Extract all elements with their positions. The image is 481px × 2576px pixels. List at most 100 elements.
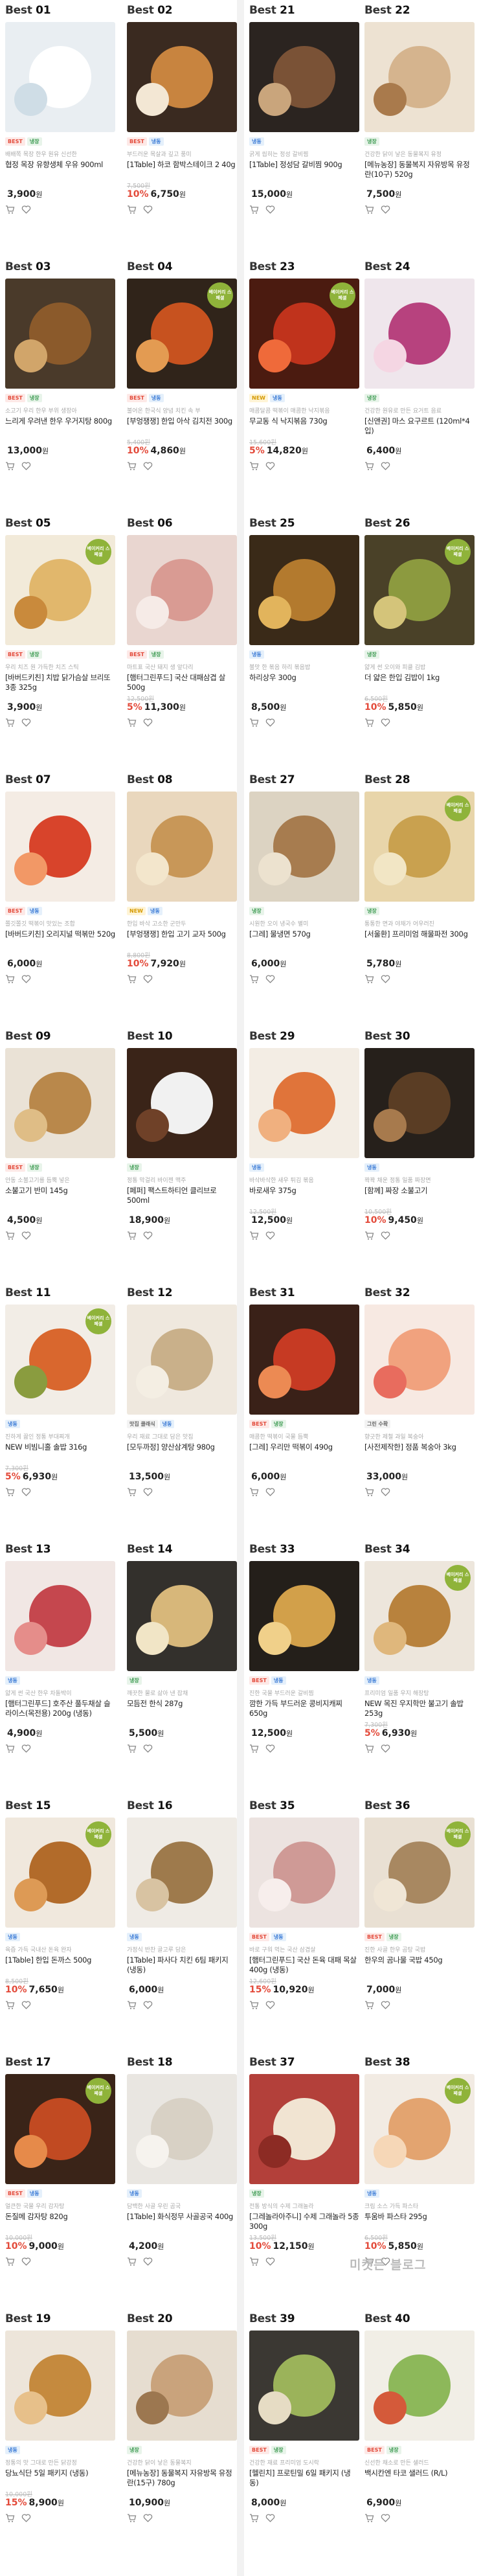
- heart-icon[interactable]: [143, 1231, 153, 1240]
- cart-icon[interactable]: [5, 1231, 15, 1240]
- product-name[interactable]: 바로새우 375g: [249, 1186, 359, 1205]
- product-image[interactable]: [127, 792, 237, 902]
- product-image[interactable]: [249, 792, 359, 902]
- product-card-09[interactable]: Best 09 BEST 냉장 안동 소불고기를 듬뿍 넣은 소불고기 반미 14…: [5, 1029, 115, 1240]
- product-image[interactable]: [364, 1305, 475, 1415]
- product-image[interactable]: [127, 2074, 237, 2184]
- cart-icon[interactable]: [127, 718, 137, 727]
- heart-icon[interactable]: [143, 205, 153, 214]
- product-card-03[interactable]: Best 03 BEST 냉장 소고기 우리 한우 부위 생장아 느리게 우려낸 …: [5, 259, 115, 471]
- heart-icon[interactable]: [265, 2257, 275, 2266]
- product-card-16[interactable]: Best 16 냉동 가정식 반찬 골고루 담은 [1Table] 파사다 치킨…: [127, 1798, 237, 2010]
- cart-icon[interactable]: [364, 2513, 374, 2523]
- product-name[interactable]: [그레놀라아주니] 수제 그래놀라 5종 300g: [249, 2212, 359, 2231]
- cart-icon[interactable]: [5, 2513, 15, 2523]
- cart-icon[interactable]: [249, 1231, 259, 1240]
- product-card-23[interactable]: Best 23 베이커리 스페셜 NEW 냉동 매콤달콤 떡볶이 매콤한 낙지볶음…: [249, 259, 359, 471]
- product-image[interactable]: 베이커리 스페셜: [364, 535, 475, 645]
- cart-icon[interactable]: [127, 1231, 137, 1240]
- product-name[interactable]: [함께] 짜장 소불고기: [364, 1186, 475, 1205]
- product-name[interactable]: 깜한 가득 부드러운 콩비지캐찌 650g: [249, 1699, 359, 1718]
- heart-icon[interactable]: [21, 461, 31, 471]
- product-card-12[interactable]: Best 12 맛집 클래식 냉동 우리 재료 그대로 담은 맛집 [모두까정] …: [127, 1285, 237, 1497]
- cart-icon[interactable]: [127, 2513, 137, 2523]
- cart-icon[interactable]: [249, 2000, 259, 2010]
- product-name[interactable]: 한우의 곰나물 국밥 450g: [364, 1955, 475, 1975]
- product-name[interactable]: 당뇨식단 5일 패키지 (냉동): [5, 2468, 115, 2488]
- product-image[interactable]: [364, 279, 475, 389]
- cart-icon[interactable]: [364, 974, 374, 984]
- product-card-25[interactable]: Best 25 냉동 불맛 한 볶음 하리 볶음밥 하리상우 300g 8,50…: [249, 516, 359, 727]
- product-card-08[interactable]: Best 08 NEW 냉동 한입 바삭 고소한 군만두 [부엉쟁쟁] 한입 고기…: [127, 772, 237, 984]
- product-card-07[interactable]: Best 07 BEST 냉동 쫄깃쫄깃 떡볶이 맛있는 조합 [바버드키친] 오…: [5, 772, 115, 984]
- heart-icon[interactable]: [381, 974, 390, 984]
- cart-icon[interactable]: [249, 1487, 259, 1497]
- product-card-27[interactable]: Best 27 냉장 시원한 오이 냉국수 별미 [그레] 물냉면 570g 6…: [249, 772, 359, 984]
- product-name[interactable]: [1Table] 정성담 갈비찜 900g: [249, 160, 359, 179]
- cart-icon[interactable]: [5, 718, 15, 727]
- cart-icon[interactable]: [249, 2257, 259, 2266]
- product-card-11[interactable]: Best 11 베이커리 스페셜 냉동 진하게 끓인 정통 부대찌개 NEW 비…: [5, 1285, 115, 1497]
- product-name[interactable]: [1Table] 화식정무 사골공국 400g: [127, 2212, 237, 2231]
- heart-icon[interactable]: [265, 1744, 275, 1753]
- cart-icon[interactable]: [127, 205, 137, 214]
- product-name[interactable]: [헬린치] 프로틴밀 6일 패키지 (냉동): [249, 2468, 359, 2488]
- product-image[interactable]: [5, 1561, 115, 1671]
- heart-icon[interactable]: [381, 1744, 390, 1753]
- heart-icon[interactable]: [143, 2513, 153, 2523]
- heart-icon[interactable]: [21, 974, 31, 984]
- heart-icon[interactable]: [143, 1744, 153, 1753]
- cart-icon[interactable]: [249, 718, 259, 727]
- product-image[interactable]: [5, 792, 115, 902]
- heart-icon[interactable]: [21, 1487, 31, 1497]
- product-image[interactable]: [5, 279, 115, 389]
- product-image[interactable]: [127, 22, 237, 132]
- product-name[interactable]: 백시칸엔 타코 샐러드 (R/L): [364, 2468, 475, 2488]
- heart-icon[interactable]: [265, 1487, 275, 1497]
- product-image[interactable]: [249, 2074, 359, 2184]
- product-image[interactable]: [249, 1048, 359, 1158]
- product-image[interactable]: 베이커리 스페셜: [364, 1561, 475, 1671]
- product-card-20[interactable]: Best 20 냉장 건강한 닭이 낳은 동물복지 [메뉴농장] 동물복지 자유…: [127, 2311, 237, 2523]
- product-card-30[interactable]: Best 30 냉동 꽉꽉 채운 정통 일품 짜장면 [함께] 짜장 소불고기 …: [364, 1029, 475, 1240]
- product-card-15[interactable]: Best 15 베이커리 스페셜 냉동 육즙 가득 국내산 돈육 완자 [1Ta…: [5, 1798, 115, 2010]
- product-card-34[interactable]: Best 34 베이커리 스페셜 냉동 프리미엄 일품 우지 해장탕 NEW 목…: [364, 1542, 475, 1753]
- heart-icon[interactable]: [381, 1231, 390, 1240]
- cart-icon[interactable]: [364, 205, 374, 214]
- cart-icon[interactable]: [249, 461, 259, 471]
- product-card-28[interactable]: Best 28 베이커리 스페셜 냉장 통통한 면과 야채가 어우러진 [서울환…: [364, 772, 475, 984]
- product-card-29[interactable]: Best 29 냉동 바삭바삭한 새우 튀김 볶음 바로새우 375g 12,5…: [249, 1029, 359, 1240]
- product-card-24[interactable]: Best 24 냉장 건강한 원유로 만든 요거트 음료 [신앤권] 마스 요구…: [364, 259, 475, 471]
- product-image[interactable]: 베이커리 스페셜: [127, 279, 237, 389]
- product-card-36[interactable]: Best 36 베이커리 스페셜 BEST 냉장 진한 사골 한우 곰탕 국밥 한…: [364, 1798, 475, 2010]
- heart-icon[interactable]: [381, 205, 390, 214]
- product-card-22[interactable]: Best 22 냉장 건강한 닭이 낳은 동물복지 유정 [메뉴농장] 동물복지…: [364, 3, 475, 214]
- product-name[interactable]: 협정 목장 유향생체 우유 900ml: [5, 160, 115, 179]
- product-name[interactable]: 돈질메 감자탕 820g: [5, 2212, 115, 2231]
- product-card-02[interactable]: Best 02 BEST 냉동 부드러운 목살과 깊고 풍미 [1Table] 하…: [127, 3, 237, 214]
- product-card-35[interactable]: Best 35 BEST 냉동 바로 구워 먹는 국산 삼겹살 [햄터그린푸드] …: [249, 1798, 359, 2010]
- cart-icon[interactable]: [5, 974, 15, 984]
- heart-icon[interactable]: [21, 2000, 31, 2010]
- product-name[interactable]: [사전제작한] 정품 복숭아 3kg: [364, 1442, 475, 1462]
- product-image[interactable]: [249, 1818, 359, 1928]
- heart-icon[interactable]: [265, 718, 275, 727]
- product-name[interactable]: [그레] 우리만 떡볶이 490g: [249, 1442, 359, 1462]
- heart-icon[interactable]: [21, 2513, 31, 2523]
- cart-icon[interactable]: [127, 974, 137, 984]
- heart-icon[interactable]: [381, 2000, 390, 2010]
- cart-icon[interactable]: [5, 2257, 15, 2266]
- product-image[interactable]: [364, 2331, 475, 2441]
- cart-icon[interactable]: [127, 1487, 137, 1497]
- product-image[interactable]: [127, 1818, 237, 1928]
- product-name[interactable]: [페퍼] 팩스트하티언 클리브로 500ml: [127, 1186, 237, 1205]
- heart-icon[interactable]: [143, 718, 153, 727]
- product-card-31[interactable]: Best 31 BEST 냉장 매콤한 떡볶이 국물 듬뿍 [그레] 우리만 떡볶…: [249, 1285, 359, 1497]
- cart-icon[interactable]: [127, 2000, 137, 2010]
- heart-icon[interactable]: [381, 718, 390, 727]
- product-name[interactable]: 모듬전 한식 287g: [127, 1699, 237, 1718]
- product-image[interactable]: [127, 535, 237, 645]
- product-name[interactable]: [메뉴농장] 동물복지 자유방목 유정란(15구) 780g: [127, 2468, 237, 2488]
- product-name[interactable]: 무교동 식 낙지볶음 730g: [249, 416, 359, 436]
- product-name[interactable]: [모두까정] 양산삼계탕 980g: [127, 1442, 237, 1462]
